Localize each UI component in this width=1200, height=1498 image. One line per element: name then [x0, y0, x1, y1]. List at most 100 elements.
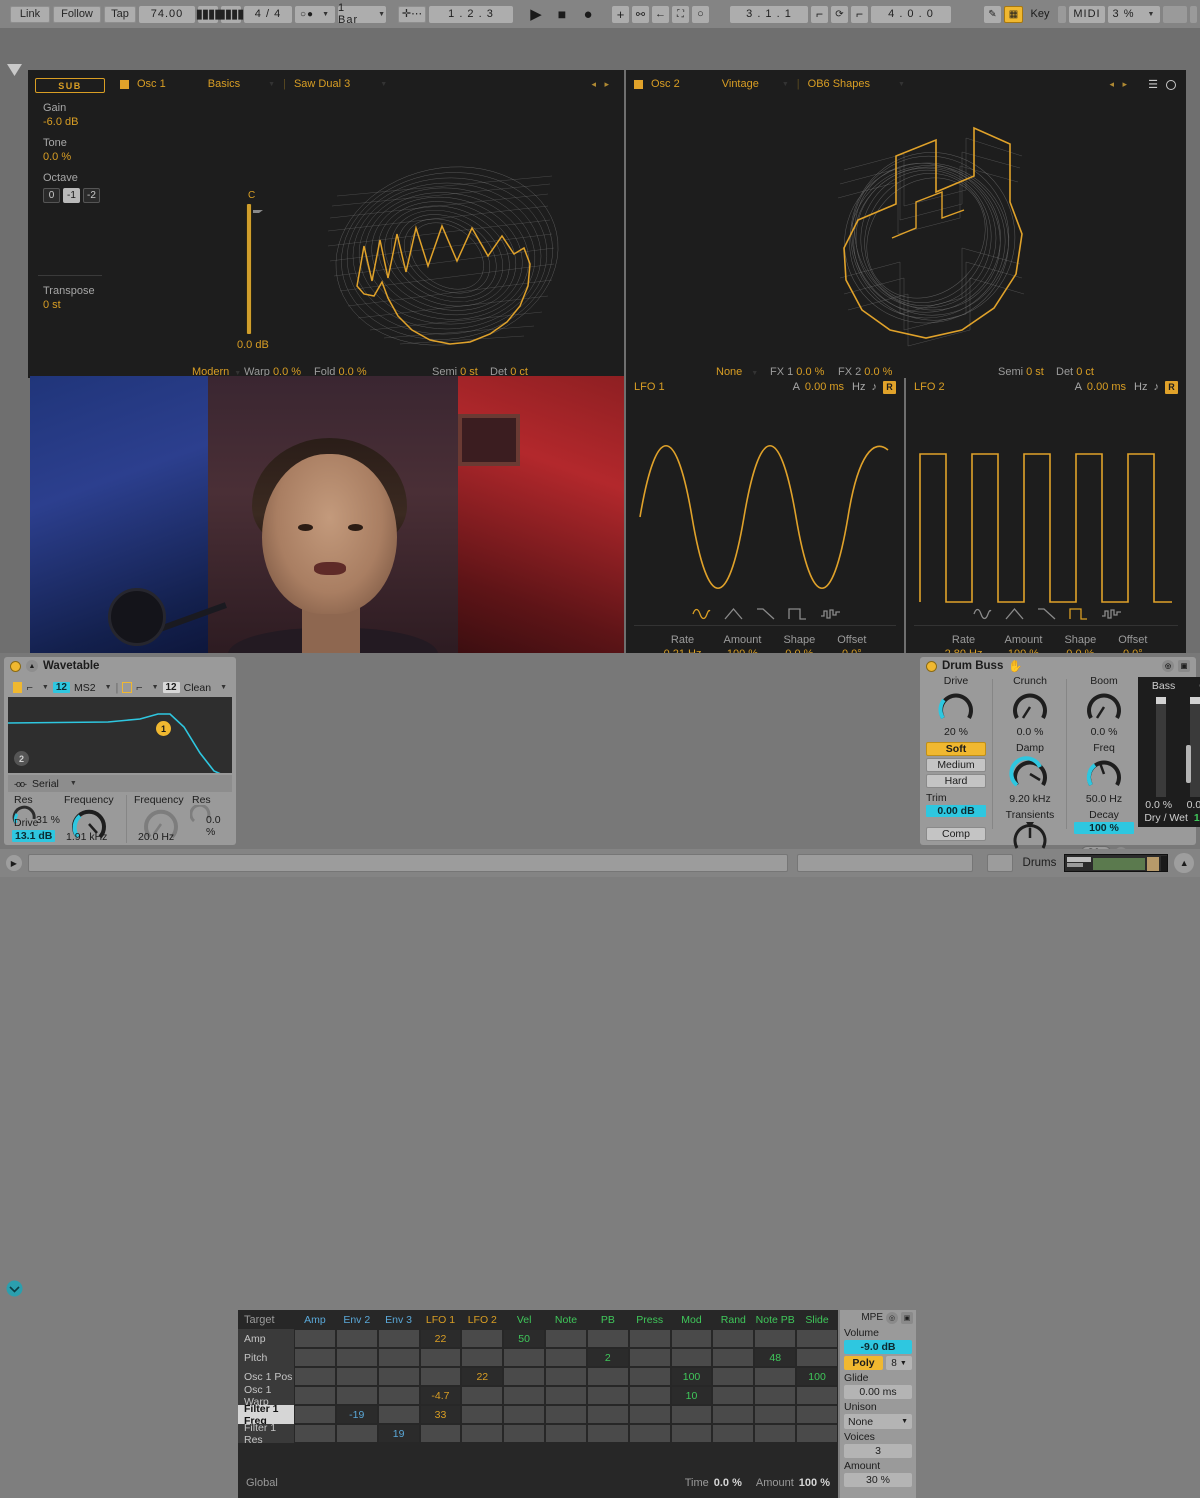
matrix-cell[interactable]: [546, 1425, 586, 1442]
matrix-cell[interactable]: 100: [797, 1368, 837, 1385]
webcam-video-overlay[interactable]: [30, 376, 624, 666]
link-button[interactable]: Link: [10, 5, 50, 23]
matrix-col-rand[interactable]: Rand: [712, 1314, 754, 1326]
matrix-row-label[interactable]: Filter 1 Freq: [238, 1403, 294, 1427]
chevron-down-icon[interactable]: ▼: [42, 684, 49, 691]
track-name[interactable]: Drums: [1023, 857, 1057, 869]
matrix-global-label[interactable]: Global: [246, 1477, 278, 1489]
sub-oscillator-button[interactable]: SUB: [35, 78, 105, 93]
matrix-cell[interactable]: [713, 1330, 754, 1347]
glide-value[interactable]: 0.00 ms: [844, 1385, 912, 1399]
sine-shape-icon[interactable]: [972, 608, 992, 620]
matrix-cell[interactable]: [629, 1406, 670, 1423]
lfo2-attack-value[interactable]: 0.00 ms: [1087, 381, 1126, 393]
cpu-meter[interactable]: 3 % ▼: [1108, 5, 1160, 23]
matrix-cell[interactable]: [671, 1330, 712, 1347]
matrix-cell[interactable]: [713, 1349, 754, 1366]
matrix-row-label[interactable]: Filter 1 Res: [238, 1422, 294, 1446]
matrix-cell[interactable]: [587, 1425, 628, 1442]
back-arrow-icon[interactable]: ←: [652, 5, 669, 23]
matrix-col-lfo1[interactable]: LFO 1: [420, 1314, 462, 1326]
matrix-cell[interactable]: [713, 1368, 754, 1385]
punch-out-icon[interactable]: ⌐: [851, 5, 868, 23]
filter1-badge[interactable]: 1: [156, 721, 171, 736]
chevron-down-icon[interactable]: ▼: [268, 81, 275, 88]
matrix-cell[interactable]: [587, 1330, 628, 1347]
matrix-cell[interactable]: [713, 1387, 754, 1404]
square-shape-icon[interactable]: [787, 608, 807, 620]
circle-view-icon[interactable]: [1166, 80, 1176, 90]
bass-meter-track[interactable]: [1156, 697, 1166, 797]
matrix-amount-value[interactable]: 100 %: [799, 1477, 830, 1489]
midi-arrow-icon[interactable]: ✛⋯: [398, 5, 426, 23]
matrix-cell[interactable]: [797, 1406, 837, 1423]
matrix-col-press[interactable]: Press: [629, 1314, 671, 1326]
list-view-icon[interactable]: ☰: [1148, 80, 1158, 91]
clip-waveform-preview[interactable]: [1064, 854, 1169, 872]
matrix-cell[interactable]: [462, 1425, 503, 1442]
time-signature-field[interactable]: 4 / 4: [244, 5, 292, 23]
matrix-cell[interactable]: [629, 1387, 670, 1404]
mpe-toggle-icon[interactable]: ◎: [886, 1311, 898, 1324]
matrix-cell[interactable]: [420, 1368, 461, 1385]
matrix-cell[interactable]: [378, 1368, 419, 1385]
matrix-cell[interactable]: [295, 1406, 335, 1423]
play-icon[interactable]: ▶: [525, 6, 547, 23]
decay-value[interactable]: 100 %: [1074, 822, 1134, 834]
matrix-cell[interactable]: [336, 1368, 377, 1385]
matrix-cell[interactable]: [378, 1387, 419, 1404]
matrix-cell[interactable]: 19: [378, 1425, 419, 1442]
octave-option-minus2[interactable]: -2: [83, 188, 100, 203]
lfo1-hz-toggle[interactable]: Hz: [852, 381, 865, 393]
matrix-col-vel[interactable]: Vel: [503, 1314, 545, 1326]
filter2-slope[interactable]: 12: [162, 682, 180, 693]
matrix-cell[interactable]: [378, 1330, 419, 1347]
filter2-enable-toggle[interactable]: [122, 682, 133, 693]
midi-mapping-button[interactable]: MIDI: [1069, 5, 1105, 23]
chevron-down-icon[interactable]: ▼: [105, 684, 112, 691]
eighth-note-icon[interactable]: ♪: [1154, 381, 1160, 393]
matrix-cell[interactable]: [336, 1349, 377, 1366]
matrix-cell[interactable]: [504, 1387, 545, 1404]
matrix-cell[interactable]: [546, 1349, 586, 1366]
filter1-curve-icon[interactable]: ⌐: [26, 682, 32, 694]
chevron-down-icon[interactable]: ▼: [898, 81, 905, 88]
matrix-cell[interactable]: [462, 1406, 503, 1423]
matrix-cell[interactable]: 2: [587, 1349, 628, 1366]
device-power-toggle[interactable]: [926, 660, 937, 672]
saw-down-shape-icon[interactable]: [756, 608, 775, 620]
boom-freq-knob[interactable]: [1082, 756, 1126, 792]
saw-down-shape-icon[interactable]: [1037, 608, 1056, 620]
unison-voices-value[interactable]: 3: [844, 1444, 912, 1458]
lfo2-retrigger-button[interactable]: R: [1165, 380, 1178, 394]
trim-value[interactable]: 0.00 dB: [926, 805, 986, 817]
lfo2-shape-selector[interactable]: [906, 607, 1186, 620]
punch-in-icon[interactable]: ⌐: [811, 5, 828, 23]
loop-start-field[interactable]: 3 . 1 . 1: [730, 5, 808, 23]
matrix-cell[interactable]: [755, 1387, 796, 1404]
filter1-slope[interactable]: 12: [52, 682, 70, 693]
drive-mode-medium[interactable]: Medium: [926, 758, 986, 772]
matrix-cell[interactable]: [629, 1330, 670, 1347]
record-icon[interactable]: ●: [577, 6, 599, 23]
lfo1-attack-value[interactable]: 0.00 ms: [805, 381, 844, 393]
power-icon[interactable]: ◎: [1162, 660, 1174, 672]
matrix-col-note[interactable]: Note: [545, 1314, 587, 1326]
sub-tone-param[interactable]: Tone 0.0 %: [43, 137, 112, 163]
matrix-cell[interactable]: [546, 1387, 586, 1404]
matrix-cell[interactable]: 33: [420, 1406, 461, 1423]
matrix-cell[interactable]: 22: [462, 1368, 503, 1385]
voice-count-select[interactable]: 8 ▼: [886, 1356, 912, 1370]
matrix-cell[interactable]: [797, 1330, 837, 1347]
matrix-cell[interactable]: 50: [504, 1330, 545, 1347]
matrix-cell[interactable]: [504, 1425, 545, 1442]
transpose-param[interactable]: Transpose 0 st: [43, 285, 112, 311]
loop-icon[interactable]: ⟳: [831, 5, 848, 23]
matrix-row-label[interactable]: Osc 1 Pos: [238, 1367, 294, 1386]
launch-quantization-select[interactable]: 1 Bar ▼: [338, 2, 386, 26]
octave-option-minus1[interactable]: -1: [63, 188, 80, 203]
chevron-down-icon[interactable]: ▼: [70, 780, 77, 787]
triangle-shape-icon[interactable]: [724, 607, 743, 620]
filter1-drive-value[interactable]: 13.1 dB: [12, 830, 56, 842]
drywet-value[interactable]: 100 %: [1194, 812, 1200, 824]
